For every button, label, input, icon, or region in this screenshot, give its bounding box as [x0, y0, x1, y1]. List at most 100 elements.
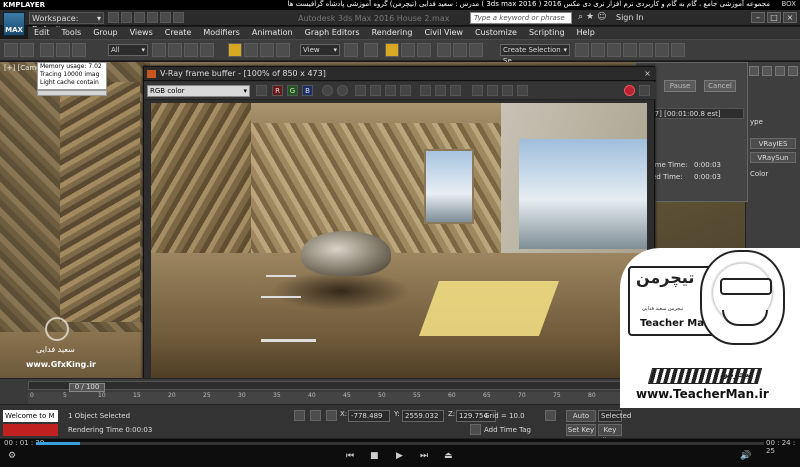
vrayies-button[interactable]: VRayIES [750, 138, 796, 149]
toggle-ribbon-icon[interactable] [607, 43, 621, 57]
select-and-rotate-icon[interactable] [244, 43, 258, 57]
channel-dropdown[interactable]: RGB color [147, 85, 250, 97]
load-image-icon[interactable] [370, 85, 381, 96]
x-coordinate-field[interactable]: -778.489 [348, 410, 390, 422]
menu-views[interactable]: Views [124, 27, 159, 39]
menu-create[interactable]: Create [159, 27, 198, 39]
auto-key-button[interactable]: Auto Key [566, 410, 596, 431]
previous-icon[interactable]: ⏮ [346, 451, 354, 461]
motion-tab-icon[interactable] [788, 66, 798, 76]
curve-editor-icon[interactable] [623, 43, 637, 57]
track-bar[interactable]: 0 5 10 15 20 25 30 35 40 45 50 55 60 65 … [28, 392, 623, 404]
bind-space-warp-icon[interactable] [72, 43, 86, 57]
save-image-icon[interactable] [355, 85, 366, 96]
duplicate-to-max-vfb-icon[interactable] [400, 85, 411, 96]
user-icon[interactable]: ☺ [597, 12, 606, 22]
blue-channel-button[interactable]: B [302, 85, 313, 96]
maximize-icon[interactable]: □ [767, 12, 781, 23]
stop-render-icon[interactable] [624, 85, 635, 96]
y-coordinate-field[interactable]: 2559.032 [402, 410, 444, 422]
undo-icon[interactable] [4, 43, 18, 57]
menu-help[interactable]: Help [571, 27, 601, 39]
mirror-icon[interactable] [453, 43, 467, 57]
vfb-title-bar[interactable]: V-Ray frame buffer - [100% of 850 x 473]… [144, 67, 656, 81]
menu-rendering[interactable]: Rendering [366, 27, 419, 39]
redo-icon[interactable] [20, 43, 34, 57]
menu-tools[interactable]: Tools [56, 27, 88, 39]
bookmark-icon[interactable]: ★ [586, 12, 594, 22]
align-icon[interactable] [469, 43, 483, 57]
max-app-button[interactable]: MAX [3, 12, 25, 36]
undo-icon[interactable] [147, 12, 158, 23]
named-selection-sets-dropdown[interactable]: Create Selection Se [500, 44, 570, 65]
maxscript-listener-input[interactable]: Welcome to M [3, 410, 58, 422]
material-editor-icon[interactable] [655, 43, 669, 57]
settings-icon[interactable]: ⚙ [8, 451, 16, 461]
close-icon[interactable]: × [783, 12, 797, 23]
save-file-icon[interactable] [134, 12, 145, 23]
time-slider-thumb[interactable]: 0 / 100 [69, 383, 105, 392]
render-canvas[interactable] [151, 103, 647, 381]
place-icon[interactable] [276, 43, 290, 57]
project-folder-icon[interactable] [173, 12, 184, 23]
vraysun-button[interactable]: VRaySun [750, 152, 796, 163]
pause-button[interactable]: Pause [664, 80, 696, 92]
view-clamped-colors-icon[interactable] [517, 85, 528, 96]
force-color-clamping-icon[interactable] [502, 85, 513, 96]
messages-scrollbar[interactable] [37, 90, 107, 96]
menu-civil-view[interactable]: Civil View [418, 27, 469, 39]
modify-tab-icon[interactable] [762, 66, 772, 76]
open-file-icon[interactable] [121, 12, 132, 23]
spinner-snap-icon[interactable] [417, 43, 431, 57]
pivot-point-icon[interactable] [344, 43, 358, 57]
stop-icon[interactable]: ■ [370, 451, 379, 461]
selection-filter-dropdown[interactable]: All [108, 44, 148, 56]
link-icon[interactable] [40, 43, 54, 57]
unlink-icon[interactable] [56, 43, 70, 57]
link-to-render-settings-icon[interactable] [450, 85, 461, 96]
key-mode-icon[interactable] [545, 410, 556, 421]
menu-scripting[interactable]: Scripting [523, 27, 571, 39]
close-icon[interactable]: × [642, 69, 653, 79]
hierarchy-tab-icon[interactable] [775, 66, 785, 76]
alpha-channel-icon[interactable] [322, 85, 333, 96]
select-by-name-icon[interactable] [168, 43, 182, 57]
percent-snap-icon[interactable] [401, 43, 415, 57]
play-icon[interactable]: ▶ [396, 451, 403, 461]
key-filters-button[interactable]: Key Filters... [598, 424, 627, 445]
toggle-scene-explorer-icon[interactable] [575, 43, 589, 57]
viewport-label[interactable]: [+] [Came [4, 64, 41, 72]
absolute-transform-icon[interactable] [326, 410, 337, 421]
time-tag-icon[interactable] [470, 424, 481, 435]
cancel-button[interactable]: Cancel [704, 80, 736, 92]
menu-edit[interactable]: Edit [28, 27, 56, 39]
isolate-selection-icon[interactable] [294, 410, 305, 421]
menu-graph-editors[interactable]: Graph Editors [299, 27, 366, 39]
workspace-dropdown[interactable]: Workspace: Default [29, 12, 104, 34]
menu-group[interactable]: Group [87, 27, 123, 39]
new-file-icon[interactable] [108, 12, 119, 23]
search-icon[interactable]: ⌕ [578, 12, 583, 22]
green-channel-button[interactable]: G [287, 85, 298, 96]
seek-bar[interactable] [36, 442, 764, 445]
toggle-layer-explorer-icon[interactable] [591, 43, 605, 57]
redo-icon[interactable] [160, 12, 171, 23]
color-channels-icon[interactable] [256, 85, 267, 96]
reference-coordinate-dropdown[interactable]: View [300, 44, 340, 56]
angle-snap-icon[interactable] [385, 43, 399, 57]
menu-animation[interactable]: Animation [246, 27, 299, 39]
menu-modifiers[interactable]: Modifiers [197, 27, 246, 39]
box-button[interactable]: BOX [781, 0, 796, 8]
select-and-scale-icon[interactable] [260, 43, 274, 57]
render-last-icon[interactable] [472, 85, 483, 96]
track-mouse-icon[interactable] [420, 85, 431, 96]
mono-channel-icon[interactable] [337, 85, 348, 96]
snaps-toggle-icon[interactable] [364, 43, 378, 57]
maxscript-output-field[interactable] [3, 424, 58, 436]
region-render-icon[interactable] [435, 85, 446, 96]
sign-in-link[interactable]: Sign In [616, 13, 643, 22]
red-channel-button[interactable]: R [272, 85, 283, 96]
add-time-tag-button[interactable]: Add Time Tag [484, 426, 531, 434]
rectangular-selection-icon[interactable] [184, 43, 198, 57]
clear-image-icon[interactable] [385, 85, 396, 96]
